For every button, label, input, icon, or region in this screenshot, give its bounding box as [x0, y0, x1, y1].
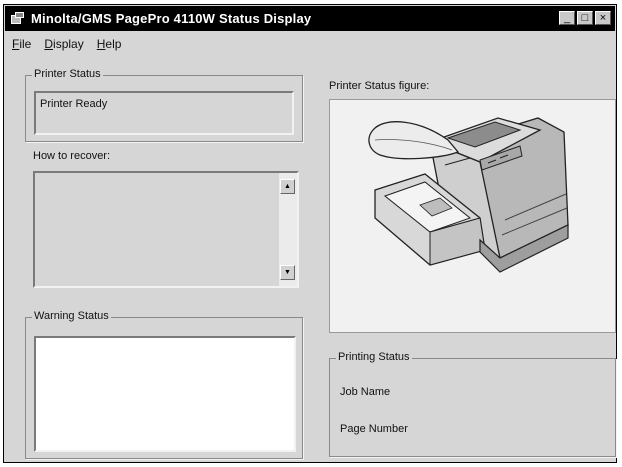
minimize-icon: _ [563, 12, 571, 24]
menu-bar: File Display Help [12, 37, 121, 51]
how-to-recover-textarea[interactable]: ▲ ▼ [33, 171, 299, 288]
window-title: Minolta/GMS PagePro 4110W Status Display [31, 11, 312, 26]
scroll-down-arrow-icon: ▼ [284, 269, 291, 276]
printer-illustration-icon [368, 117, 569, 273]
printing-status-group: Printing Status Job Name Page Number [329, 351, 616, 457]
close-button[interactable]: × [595, 11, 611, 25]
menu-display[interactable]: Display [44, 37, 83, 51]
scroll-down-button[interactable]: ▼ [280, 265, 295, 280]
job-name-label: Job Name [340, 386, 391, 398]
how-to-recover-label: How to recover: [33, 150, 111, 162]
warning-status-label: Warning Status [32, 310, 111, 322]
close-icon: × [599, 12, 607, 24]
warning-status-group: Warning Status [25, 310, 303, 459]
menu-file[interactable]: File [12, 37, 31, 51]
menu-help[interactable]: Help [97, 37, 122, 51]
maximize-icon: □ [581, 12, 589, 24]
window-controls: _ □ × [559, 11, 611, 25]
page-number-label: Page Number [340, 423, 408, 435]
printer-status-figure-label: Printer Status figure: [329, 80, 430, 92]
recover-scrollbar[interactable]: ▲ ▼ [279, 173, 297, 286]
printer-status-label: Printer Status [32, 68, 103, 80]
printing-status-label: Printing Status [336, 351, 412, 363]
title-bar[interactable]: Minolta/GMS PagePro 4110W Status Display… [5, 6, 615, 31]
menu-mnemonic: D [44, 37, 54, 51]
menu-mnemonic: H [96, 37, 106, 51]
scroll-up-arrow-icon: ▲ [284, 183, 291, 190]
minimize-button[interactable]: _ [559, 11, 575, 25]
status-display-window: Minolta/GMS PagePro 4110W Status Display… [3, 4, 617, 463]
scroll-up-button[interactable]: ▲ [280, 179, 295, 194]
printer-status-figure [329, 99, 616, 333]
printer-status-value: Printer Ready [40, 98, 108, 110]
printer-app-icon [11, 11, 25, 26]
warning-status-field [34, 336, 296, 452]
menu-mnemonic: F [12, 37, 20, 51]
maximize-button[interactable]: □ [577, 11, 593, 25]
printer-status-field: Printer Ready [34, 91, 294, 135]
printer-status-group: Printer Status Printer Ready [25, 68, 303, 142]
